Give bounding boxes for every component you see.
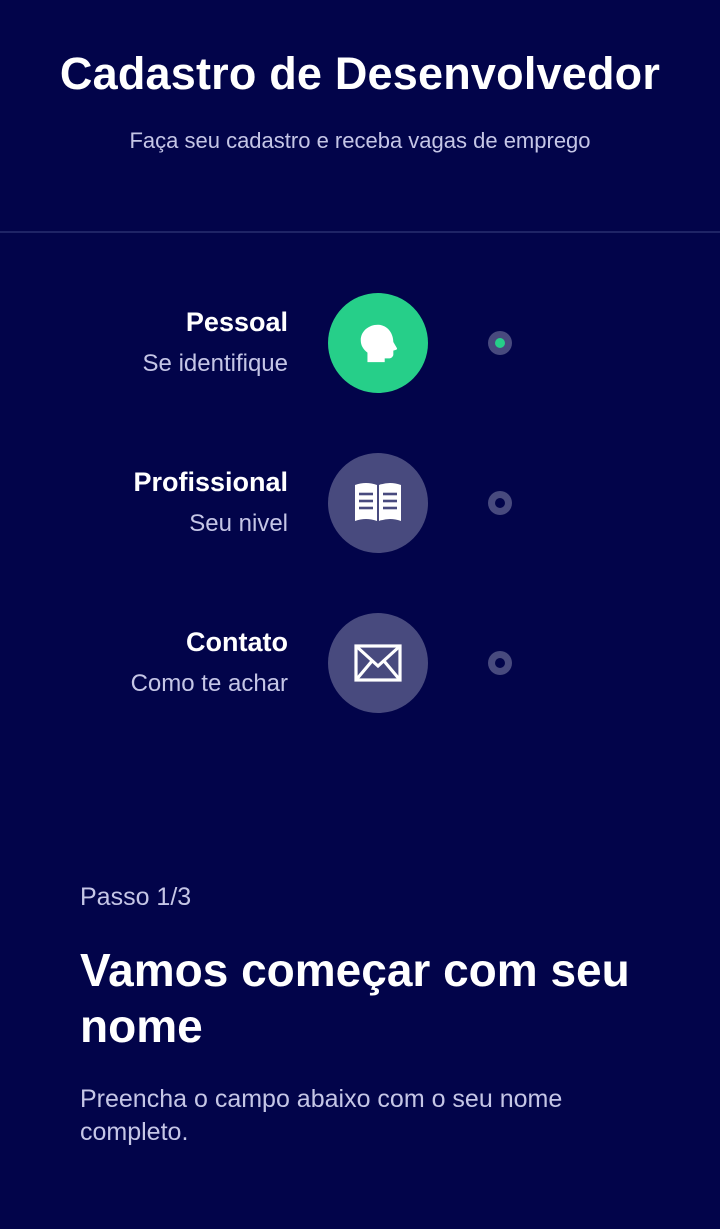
step-icon-circle[interactable] bbox=[328, 293, 428, 393]
step-indicator-dot bbox=[488, 651, 512, 675]
step-contato-texts: Contato Como te achar bbox=[131, 625, 288, 701]
page-subtitle: Faça seu cadastro e receba vagas de empr… bbox=[129, 128, 591, 153]
step-subtitle: Como te achar bbox=[130, 670, 288, 697]
section-title: Vamos começar com seu nome bbox=[80, 944, 630, 1052]
step-icon-circle[interactable] bbox=[328, 613, 428, 713]
step-pessoal[interactable]: Pessoal Se identifique bbox=[0, 293, 720, 393]
step-subtitle: Se identifique bbox=[142, 350, 288, 377]
step-pessoal-texts: Pessoal Se identifique bbox=[143, 305, 288, 381]
page-header: Cadastro de Desenvolvedor Faça seu cadas… bbox=[0, 0, 720, 233]
step-title: Pessoal bbox=[185, 307, 288, 337]
section-description: Preencha o campo abaixo com o seu nome c… bbox=[80, 1085, 563, 1146]
envelope-icon bbox=[354, 644, 402, 682]
step-icon-circle[interactable] bbox=[328, 453, 428, 553]
step-profissional[interactable]: Profissional Seu nivel bbox=[0, 453, 720, 553]
book-icon bbox=[355, 483, 401, 521]
step-profissional-texts: Profissional Seu nivel bbox=[133, 465, 288, 541]
step-subtitle: Seu nivel bbox=[189, 510, 288, 537]
step-title: Contato bbox=[186, 627, 288, 657]
step-indicator-dot bbox=[488, 491, 512, 515]
step-title: Profissional bbox=[133, 467, 288, 497]
step-contato[interactable]: Contato Como te achar bbox=[0, 613, 720, 713]
head-silhouette-icon bbox=[360, 324, 398, 363]
step-counter: Passo 1/3 bbox=[80, 883, 192, 911]
step-indicator-dot bbox=[488, 331, 512, 355]
page-title: Cadastro de Desenvolvedor bbox=[59, 48, 661, 99]
